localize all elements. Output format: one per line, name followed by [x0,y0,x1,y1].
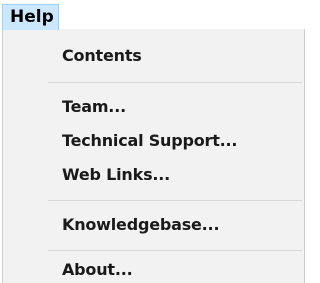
menu-separator [48,200,302,201]
menu-item-technical-support[interactable]: Technical Support... [62,124,238,158]
menu-item-web-links[interactable]: Web Links... [62,158,170,192]
menu-item-knowledgebase[interactable]: Knowledgebase... [62,208,220,242]
menu-item-team[interactable]: Team... [62,90,126,124]
help-menu-dropdown: Contents Team... Technical Support... We… [2,29,305,283]
help-menu-screen: Help Contents Team... Technical Support.… [0,0,307,283]
menu-separator [48,82,302,83]
menu-item-about[interactable]: About... [62,253,133,283]
menu-separator [48,250,302,251]
menu-item-contents[interactable]: Contents [62,39,142,73]
help-menu-title[interactable]: Help [2,4,59,30]
